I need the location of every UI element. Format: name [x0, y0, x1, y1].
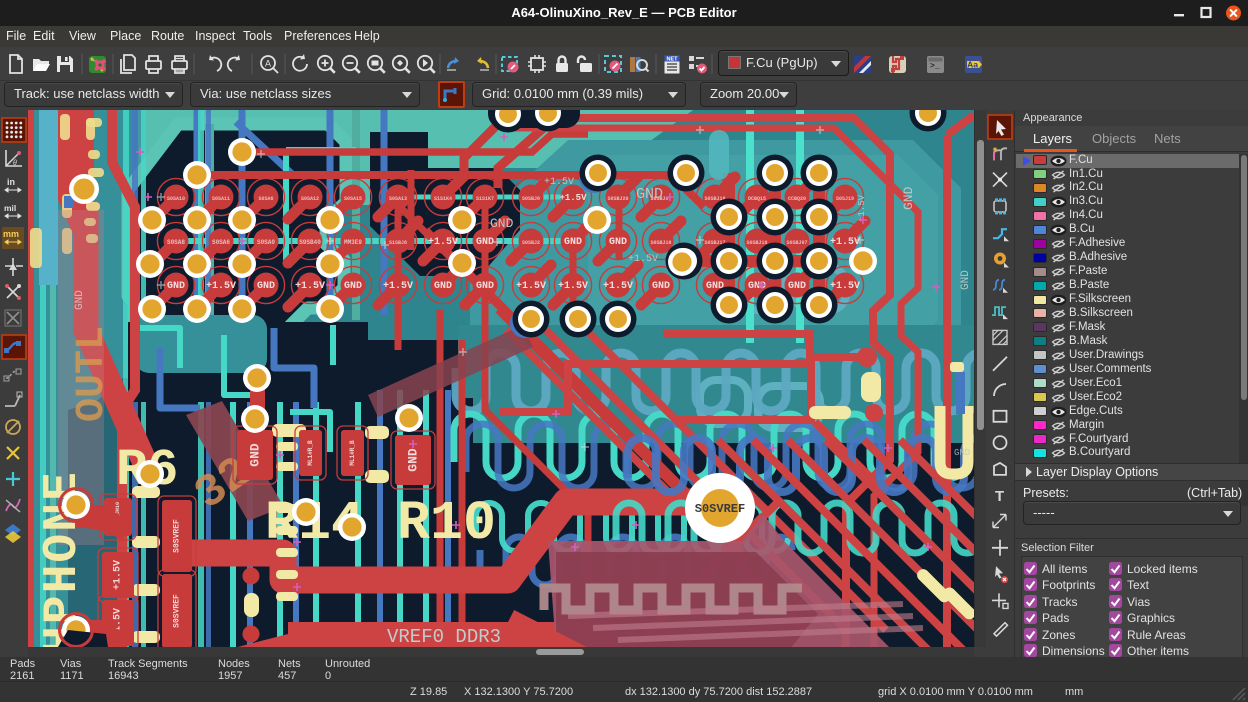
svg-text:S0SBJ2: S0SBJ2 [522, 240, 540, 246]
svg-text:S0SA0: S0SA0 [257, 239, 275, 246]
svg-text:mm: mm [3, 229, 19, 239]
svg-text:S1SBJ8: S1SBJ8 [389, 240, 407, 246]
svg-text:+1.5V: +1.5V [830, 281, 860, 292]
svg-text:+1.5V: +1.5V [830, 237, 860, 248]
svg-text:>_: >_ [930, 62, 940, 71]
svg-text:GND: GND [490, 216, 514, 231]
svg-text:GND: GND [564, 237, 582, 248]
svg-text:CCBQ20: CCBQ20 [788, 196, 806, 202]
svg-text:+1.5V: +1.5V [628, 254, 658, 265]
svg-text:GND: GND [74, 290, 86, 310]
svg-text:GND: GND [167, 281, 185, 292]
svg-text:S0SBJ20: S0SBJ20 [607, 196, 628, 202]
svg-text:in: in [7, 177, 15, 187]
svg-text:+1.5V: +1.5V [516, 281, 546, 292]
svg-text:ML1#R_B: ML1#R_B [349, 440, 356, 466]
svg-text:S0SA11: S0SA11 [212, 196, 230, 202]
svg-text:S0SVREF: S0SVREF [173, 519, 182, 553]
svg-text:GND: GND [476, 281, 494, 292]
svg-text:GND: GND [748, 281, 766, 292]
svg-text:GND: GND [609, 237, 627, 248]
svg-text:S0SVREF: S0SVREF [173, 594, 182, 628]
svg-text:MM3E9: MM3E9 [344, 239, 362, 246]
svg-text:GND: GND [257, 281, 275, 292]
svg-text:S0SA8: S0SA8 [167, 239, 185, 246]
svg-text:GND: GND [248, 443, 263, 467]
svg-text:S9SB40: S9SB40 [299, 239, 321, 246]
svg-text:GND: GND [652, 281, 670, 292]
svg-text:GND: GND [434, 281, 452, 292]
svg-text:GND: GND [788, 281, 806, 292]
svg-text:GND: GND [960, 270, 972, 290]
svg-text:S0SBJ07: S0SBJ07 [786, 240, 807, 246]
svg-text:T: T [995, 488, 1004, 505]
svg-text:S0SJ19: S0SJ19 [836, 196, 854, 202]
svg-text:S0SBJ8: S0SBJ8 [522, 196, 540, 202]
svg-text:S0SA10: S0SA10 [167, 196, 185, 202]
svg-text:+1.5V: +1.5V [558, 281, 588, 292]
svg-text:Aa: Aa [967, 60, 978, 70]
svg-text:GND: GND [406, 448, 421, 472]
svg-text:S1S1K7: S1S1K7 [476, 196, 494, 202]
svg-text:+1.5V: +1.5V [559, 193, 587, 203]
svg-text:+1.5V: +1.5V [206, 281, 236, 292]
svg-text:+1.5V: +1.5V [603, 281, 633, 292]
svg-text:GND: GND [344, 281, 362, 292]
svg-text:S0SBJ16: S0SBJ16 [746, 240, 767, 246]
svg-text:+1.5V: +1.5V [383, 281, 413, 292]
svg-text:S0SA15: S0SA15 [344, 196, 362, 202]
svg-text:S0SA13: S0SA13 [389, 196, 407, 202]
svg-text:GND: GND [901, 186, 916, 210]
svg-text:A: A [265, 59, 271, 69]
svg-text:S0SBJ16: S0SBJ16 [650, 240, 671, 246]
svg-text:+1.5V: +1.5V [544, 177, 574, 188]
svg-text:S0SA12: S0SA12 [301, 196, 319, 202]
svg-text:OUTL: OUTL [70, 326, 115, 422]
svg-text:+1.5V: +1.5V [295, 281, 325, 292]
svg-text:S0SA6: S0SA6 [258, 196, 273, 202]
svg-text:+1.5V: +1.5V [428, 237, 458, 248]
svg-text:GND: GND [636, 186, 663, 203]
svg-text:ML1#R_B: ML1#R_B [307, 440, 314, 466]
svg-text:S0SA6: S0SA6 [212, 239, 230, 246]
svg-text:GND: GND [954, 448, 970, 458]
svg-text:VREF0 DDR3: VREF0 DDR3 [387, 626, 501, 647]
svg-text:S0SVREF: S0SVREF [695, 502, 745, 516]
svg-text:NET: NET [667, 57, 679, 63]
svg-text:θ: θ [13, 160, 17, 167]
svg-text:GND: GND [476, 237, 494, 248]
svg-text:+1.5V: +1.5V [857, 194, 867, 222]
svg-text:S1S1K4: S1S1K4 [434, 196, 452, 202]
svg-text:mil: mil [4, 203, 16, 213]
svg-text:DCBQ15: DCBQ15 [748, 196, 766, 202]
svg-text:+1.5V: +1.5V [113, 560, 124, 590]
